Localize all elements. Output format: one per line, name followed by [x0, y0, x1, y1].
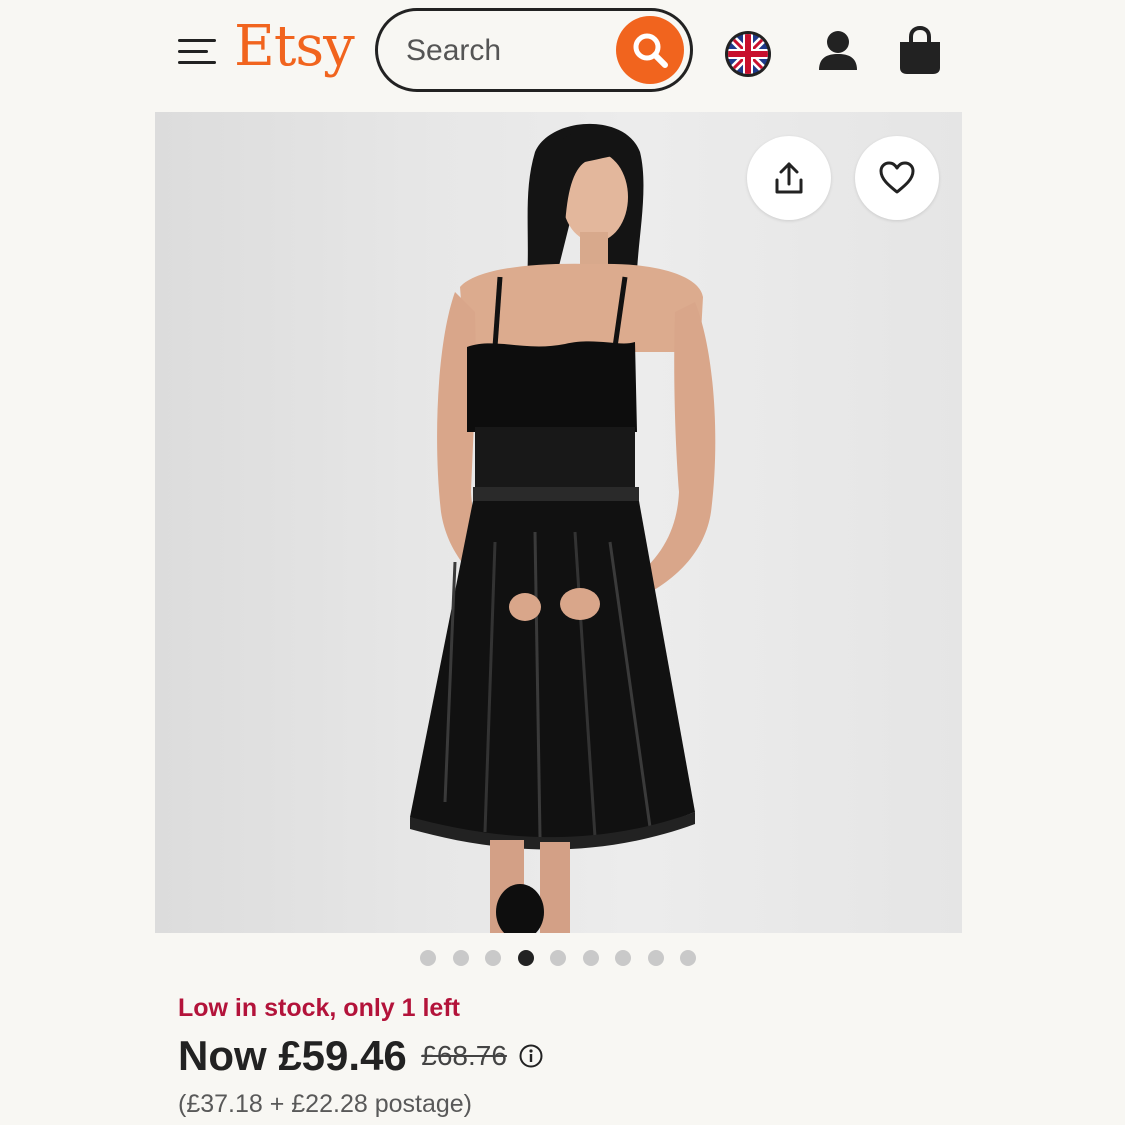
stock-message: Low in stock, only 1 left	[178, 994, 460, 1022]
carousel-dot[interactable]	[680, 950, 696, 966]
search-icon	[633, 33, 668, 68]
share-button[interactable]	[747, 136, 831, 220]
carousel-dot[interactable]	[452, 950, 469, 966]
uk-flag-icon[interactable]	[724, 30, 772, 78]
current-price: Now £59.46	[178, 1032, 407, 1079]
account-icon[interactable]	[814, 28, 862, 76]
carousel-dot[interactable]	[420, 950, 436, 966]
site-header: Etsy	[0, 0, 1125, 105]
carousel-dot[interactable]	[550, 950, 566, 966]
shopping-bag-icon[interactable]	[896, 25, 944, 76]
carousel-dot[interactable]	[517, 950, 534, 966]
carousel-indicator	[420, 950, 700, 968]
heart-icon	[879, 161, 915, 194]
hamburger-menu-icon[interactable]	[178, 36, 216, 68]
product-image[interactable]	[155, 112, 962, 933]
search-input[interactable]	[404, 29, 608, 73]
model-in-black-dress-photo	[410, 123, 716, 933]
price-breakdown: (£37.18 + £22.28 postage)	[178, 1090, 472, 1118]
price-row: Now £59.46 £68.76	[178, 1032, 543, 1084]
etsy-logo[interactable]: Etsy	[234, 14, 355, 79]
search-bar	[375, 8, 693, 92]
original-price: £68.76	[421, 1040, 507, 1071]
favorite-button[interactable]	[855, 136, 939, 220]
carousel-dot[interactable]	[485, 950, 501, 966]
carousel-dot[interactable]	[647, 950, 664, 966]
carousel-dot[interactable]	[615, 950, 631, 966]
info-icon[interactable]	[519, 1044, 543, 1068]
share-icon	[775, 162, 803, 194]
carousel-dot[interactable]	[582, 950, 599, 966]
search-button[interactable]	[616, 16, 684, 84]
